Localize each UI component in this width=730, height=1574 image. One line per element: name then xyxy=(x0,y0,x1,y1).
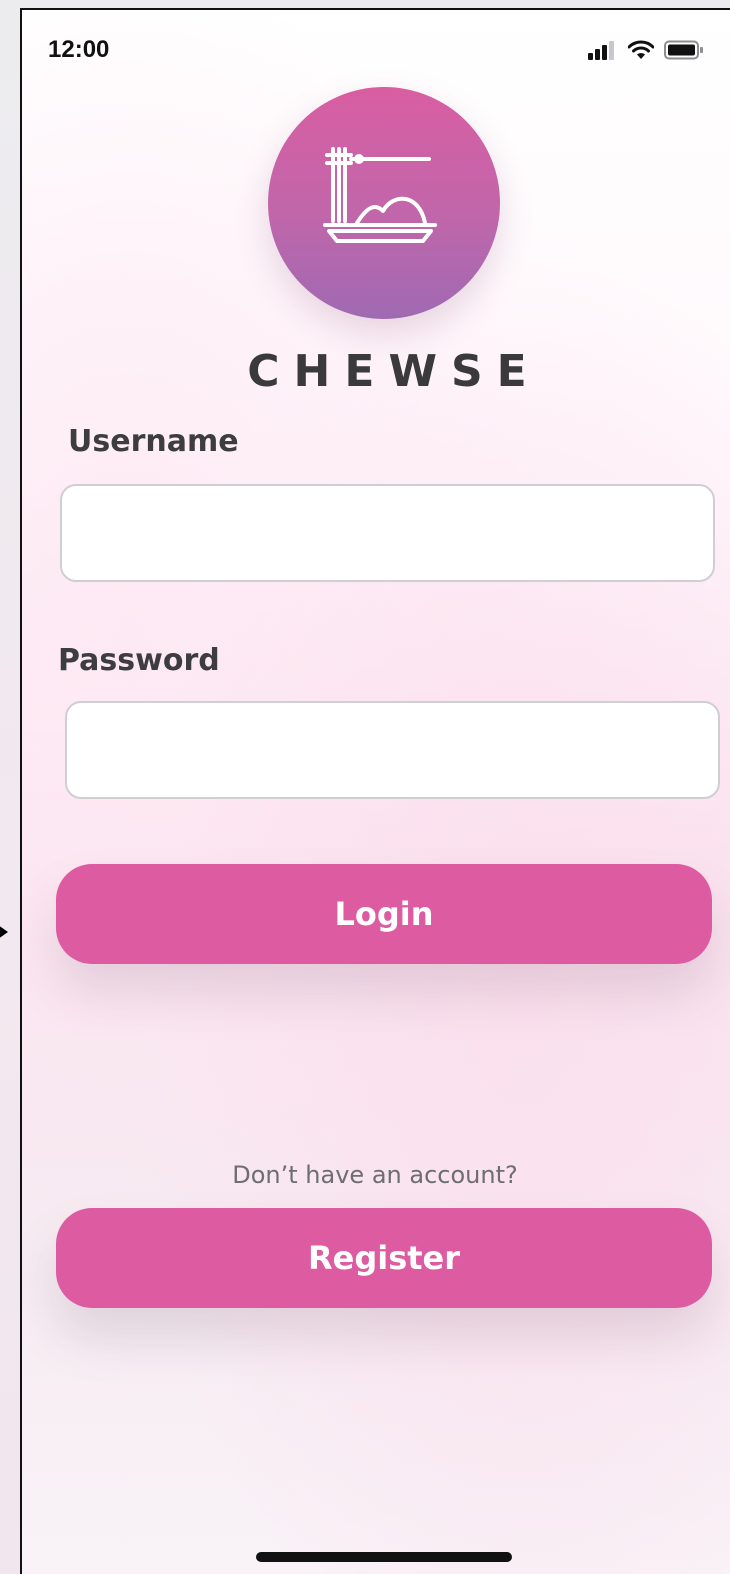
signal-icon xyxy=(588,40,618,64)
phone-screen: 12:00 CHEWSE Username Password Login Don… xyxy=(20,8,730,1574)
flow-arrow-icon xyxy=(0,925,8,939)
app-logo xyxy=(268,87,500,319)
app-name: CHEWSE xyxy=(247,346,541,397)
password-input[interactable] xyxy=(65,701,720,799)
password-label: Password xyxy=(58,643,220,678)
status-time: 12:00 xyxy=(48,36,110,63)
register-prompt: Don’t have an account? xyxy=(232,1161,518,1189)
battery-icon xyxy=(664,40,704,64)
username-input[interactable] xyxy=(60,484,715,582)
register-button[interactable]: Register xyxy=(56,1208,712,1308)
username-label: Username xyxy=(68,424,239,459)
status-icons xyxy=(588,40,704,64)
login-button[interactable]: Login xyxy=(56,864,712,964)
noodle-bowl-fork-icon xyxy=(319,141,449,265)
wifi-icon xyxy=(627,40,655,64)
design-canvas: 12:00 CHEWSE Username Password Login Don… xyxy=(0,0,730,1574)
home-indicator xyxy=(256,1552,512,1562)
